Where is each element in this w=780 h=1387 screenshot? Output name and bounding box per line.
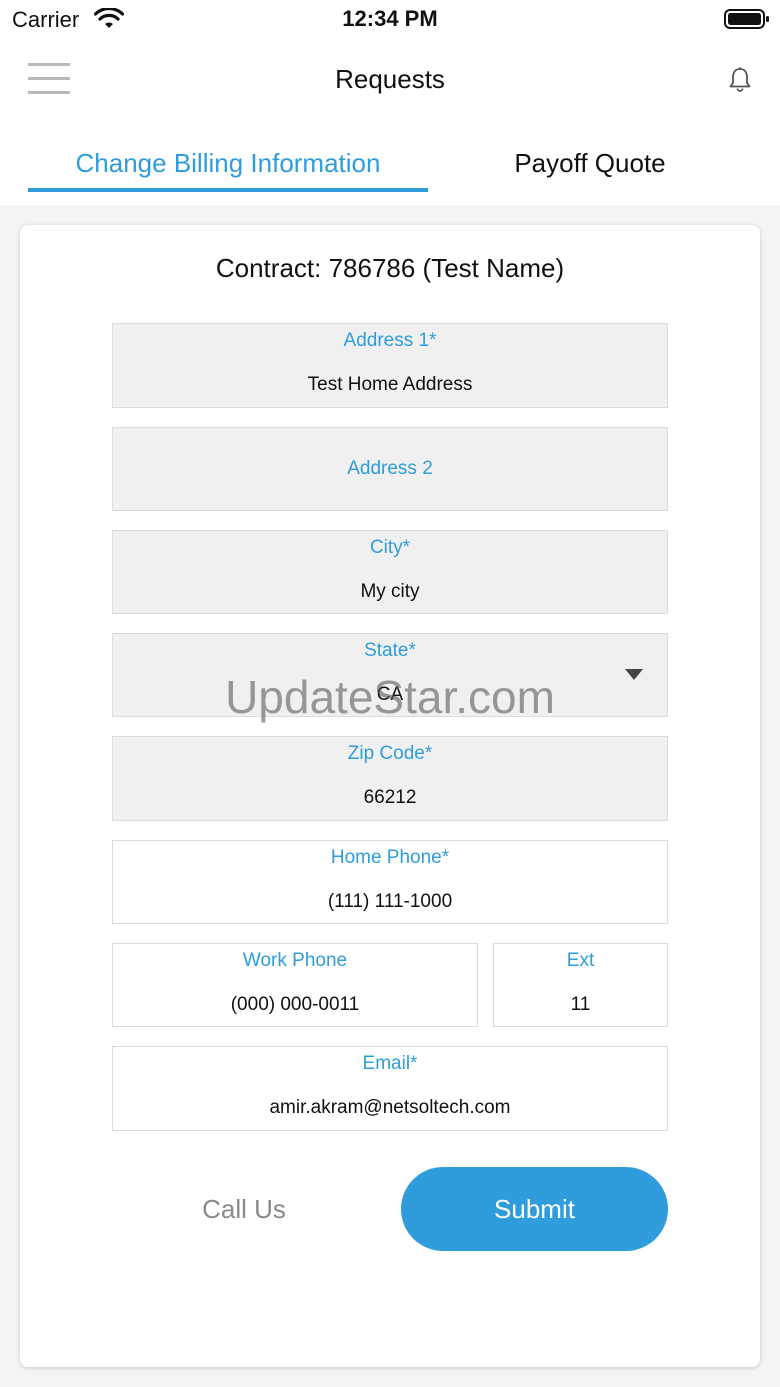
status-bar: Carrier 12:34 PM [0,0,780,40]
address2-label: Address 2 [347,458,433,479]
ext-label: Ext [566,950,595,971]
city-label: City* [369,537,411,558]
city-field[interactable]: City* My city [112,530,668,614]
tab-payoff-quote[interactable]: Payoff Quote [420,146,760,192]
home-phone-value: (111) 111-1000 [327,891,453,912]
city-value: My city [360,581,420,602]
billing-form-card: Contract: 786786 (Test Name) Address 1* … [20,225,760,1367]
battery-icon [724,8,770,35]
zip-code-field[interactable]: Zip Code* 66212 [112,736,668,821]
work-phone-value: (000) 000-0011 [230,994,360,1015]
address1-field[interactable]: Address 1* Test Home Address [112,323,668,408]
status-time: 12:34 PM [342,6,438,31]
contract-heading: Contract: 786786 (Test Name) [215,253,565,283]
nav-bar: Requests Change Billing Information Payo… [0,40,780,205]
call-us-button[interactable]: Call Us [154,1167,334,1251]
address1-value: Test Home Address [307,374,473,395]
tab-change-billing-information[interactable]: Change Billing Information [28,146,428,192]
ext-field[interactable]: Ext 11 [493,943,668,1027]
zip-code-value: 66212 [363,787,417,808]
page-title: Requests [335,64,445,94]
address1-label: Address 1* [343,330,437,351]
ext-value: 11 [570,994,591,1015]
email-field[interactable]: Email* amir.akram@netsoltech.com [112,1046,668,1131]
watermark: UpdateStar.com [225,671,555,723]
state-label: State* [364,640,416,661]
home-phone-label: Home Phone* [330,847,450,868]
address2-field[interactable]: Address 2 [112,427,668,511]
bell-icon[interactable] [726,66,754,99]
zip-code-label: Zip Code* [347,743,433,764]
email-label: Email* [362,1053,418,1074]
work-phone-field[interactable]: Work Phone (000) 000-0011 [112,943,478,1027]
work-phone-label: Work Phone [242,950,348,971]
home-phone-field[interactable]: Home Phone* (111) 111-1000 [112,840,668,924]
email-value: amir.akram@netsoltech.com [269,1097,511,1118]
submit-button[interactable]: Submit [401,1167,668,1251]
